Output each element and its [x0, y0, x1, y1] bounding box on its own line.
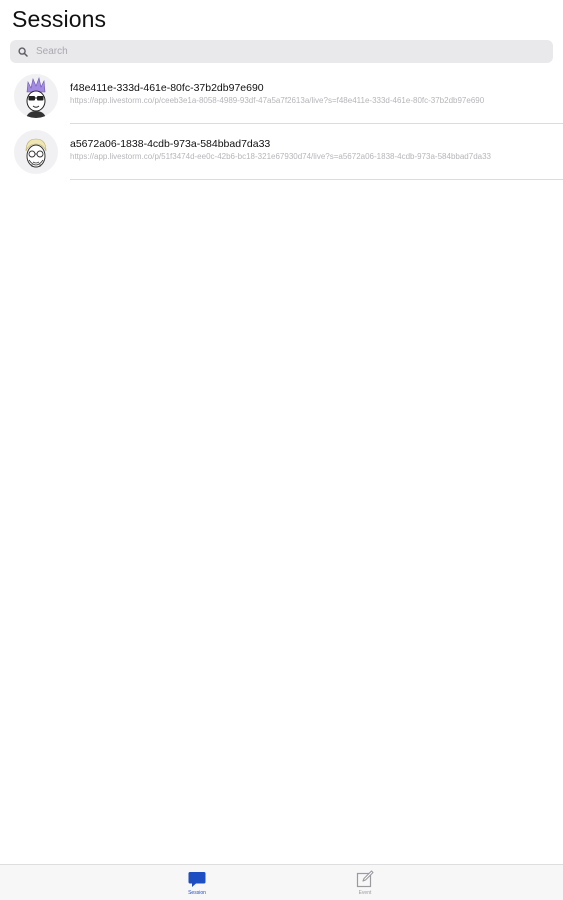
tab-label: Session — [188, 890, 206, 896]
search-bar[interactable] — [10, 40, 553, 63]
tab-event[interactable]: Event — [335, 869, 395, 899]
tab-session[interactable]: Session — [167, 869, 227, 899]
session-text: f48e411e-333d-461e-80fc-37b2db97e690 htt… — [70, 81, 548, 107]
app-window: Sessions Search f48e411e-333d-461e-80fc-… — [0, 0, 563, 900]
session-id: f48e411e-333d-461e-80fc-37b2db97e690 — [70, 82, 264, 94]
search-icon — [18, 46, 28, 57]
session-id: a5672a06-1838-4cdb-973a-584bbad7da33 — [70, 138, 271, 150]
chat-bubble-icon — [167, 869, 227, 889]
session-text: a5672a06-1838-4cdb-973a-584bbad7da33 htt… — [70, 137, 548, 163]
purple-hair-avatar-icon — [14, 74, 58, 118]
edit-icon — [335, 869, 395, 889]
search-input[interactable] — [36, 41, 516, 62]
session-row[interactable]: a5672a06-1838-4cdb-973a-584bbad7da33 htt… — [0, 124, 563, 180]
session-list: f48e411e-333d-461e-80fc-37b2db97e690 htt… — [0, 68, 563, 180]
tab-bar: Session Event — [0, 864, 563, 900]
session-row[interactable]: f48e411e-333d-461e-80fc-37b2db97e690 htt… — [0, 68, 563, 124]
blonde-hair-avatar-icon — [14, 130, 58, 174]
page-title: Sessions — [12, 6, 107, 32]
session-url: https://app.livestorm.co/p/ceeb3e1a-8058… — [70, 96, 485, 105]
session-url: https://app.livestorm.co/p/51f3474d-ee0c… — [70, 152, 491, 161]
tab-label: Event — [358, 890, 372, 896]
row-divider — [70, 179, 563, 180]
